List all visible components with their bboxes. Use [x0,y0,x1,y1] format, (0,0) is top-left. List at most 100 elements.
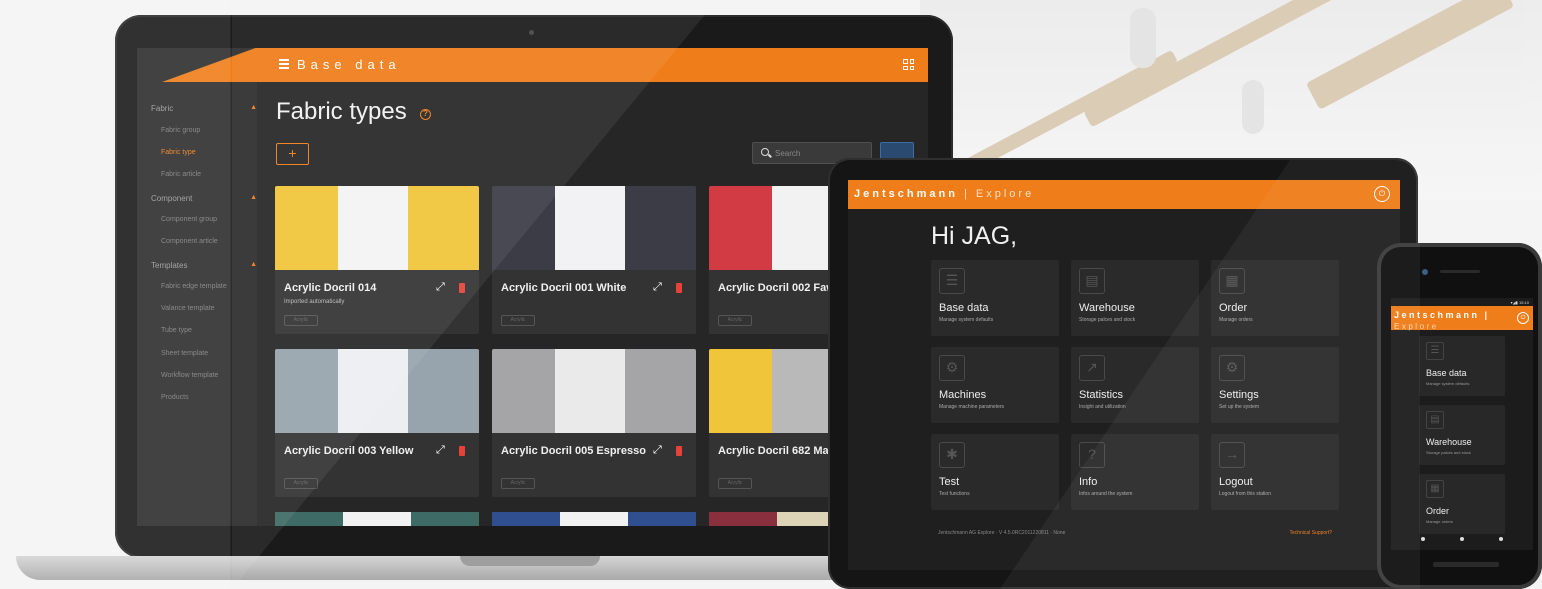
top-bar: Base data [257,48,928,82]
swatch-stripe [492,512,560,526]
phone-menu-tile-base-data[interactable]: ☰ Base data Manage system defaults [1419,336,1505,396]
material-badge: Acrylic [718,315,752,326]
phone-camera [1422,269,1428,275]
tile-subtitle: Storage palces and stock [1426,450,1471,455]
fabric-card-partial[interactable] [492,512,696,526]
caret-up-icon: ▲ [250,104,257,111]
menu-tile-warehouse[interactable]: ▤ Warehouse Storage palces and stock [1071,260,1199,336]
phone-top-bar: Jentschmann | Explore ⏻ [1391,306,1533,331]
bug-icon: ✱ [939,442,965,468]
fabric-swatch [275,186,479,270]
tile-subtitle: Infos around the system [1079,491,1133,497]
order-grid-icon: ▦ [1219,268,1245,294]
phone-brand-title: Jentschmann | [1394,310,1490,320]
material-badge: Acrylic [284,478,318,489]
nav-dot[interactable] [1499,537,1503,541]
card-title: Acrylic Docril 005 Espresso [501,445,646,457]
sidebar-section-component[interactable]: Component ▲ [151,194,257,203]
expand-icon[interactable]: ⤢ [436,445,447,456]
hamburger-menu-icon[interactable] [279,59,289,69]
expand-icon[interactable]: ⤢ [653,282,664,293]
swatch-stripe [411,512,479,526]
fabric-card[interactable]: Acrylic Docril 001 White Acrylic ⤢ [492,186,696,334]
sidebar-item-workflow-template[interactable]: Workflow template [161,372,218,379]
delete-icon[interactable] [676,283,682,293]
sidebar-item-component-article[interactable]: Component article [161,238,218,245]
delete-icon[interactable] [676,446,682,456]
sidebar-item-sheet-template[interactable]: Sheet template [161,350,208,357]
swatch-stripe [275,186,339,270]
tile-subtitle: Manage orders [1219,317,1253,323]
sidebar-item-products[interactable]: Products [161,394,189,401]
delete-icon[interactable] [459,283,465,293]
greeting: Hi JAG, [931,222,1018,250]
sidebar-item-fabric-group[interactable]: Fabric group [161,127,200,134]
menu-tile-machines[interactable]: ⚙ Machines Manage machine parameters [931,347,1059,423]
sidebar: Fabric ▲ Fabric group Fabric type Fabric … [137,48,257,526]
tile-subtitle: Logout from this station [1219,491,1271,497]
tile-subtitle: Manage system defaults [1426,381,1470,386]
tile-title: Machines [939,389,987,401]
power-icon[interactable]: ⏻ [1517,312,1529,324]
menu-tile-statistics[interactable]: ↗ Statistics Insight and utilization [1071,347,1199,423]
sidebar-item-fabric-edge-template[interactable]: Fabric edge template [161,283,227,290]
nav-dot[interactable] [1460,537,1464,541]
menu-tile-info[interactable]: ? Info Infos around the system [1071,434,1199,510]
tile-icon: ▤ [1426,411,1444,429]
fabric-card-partial[interactable] [275,512,479,526]
material-badge: Acrylic [501,478,535,489]
version-footer: Jentschmann AG Explore · V 4.5.0RC201122… [938,530,1066,536]
technical-support-link[interactable]: Technical Support? [1289,530,1332,536]
swatch-stripe [407,349,479,433]
tile-subtitle: Manage system defaults [939,317,994,323]
status-bar: ▾◢▮ 15:10 [1510,300,1529,305]
menu-tile-test[interactable]: ✱ Test Test functions [931,434,1059,510]
sidebar-item-component-group[interactable]: Component group [161,216,217,223]
worker-figure [1242,80,1264,134]
card-title: Acrylic Docril 003 Yellow [284,445,414,457]
expand-icon[interactable]: ⤢ [436,282,447,293]
sidebar-item-fabric-article[interactable]: Fabric article [161,171,201,178]
sidebar-section-fabric[interactable]: Fabric ▲ [151,104,257,113]
fabric-card[interactable]: Acrylic Docril 014 Imported automaticall… [275,186,479,334]
sidebar-item-fabric-type[interactable]: Fabric type [161,149,196,156]
power-icon[interactable]: ⏻ [1374,186,1390,202]
sidebar-section-templates[interactable]: Templates ▲ [151,261,257,270]
phone-bottom-grille [1433,562,1499,567]
swatch-stripe [709,349,773,433]
swatch-stripe [275,512,343,526]
phone-menu-tile-warehouse[interactable]: ▤ Warehouse Storage palces and stock [1419,405,1505,465]
fabric-card[interactable]: Acrylic Docril 003 Yellow Acrylic ⤢ [275,349,479,497]
document-icon: ☰ [939,268,965,294]
shelves-icon: ▤ [1079,268,1105,294]
app-grid-icon[interactable] [903,59,914,70]
sidebar-item-valance-template[interactable]: Valance template [161,305,215,312]
menu-tile-settings[interactable]: ⚙ Settings Set up the system [1211,347,1339,423]
swatch-stripe [343,512,411,526]
nav-dot[interactable] [1421,537,1425,541]
delete-icon[interactable] [459,446,465,456]
tile-title: Order [1219,302,1248,314]
tile-title: Base data [1426,368,1467,378]
swatch-stripe [624,349,696,433]
phone-menu-tile-order[interactable]: ▦ Order Manage orders [1419,474,1505,534]
expand-icon[interactable]: ⤢ [653,445,664,456]
sidebar-item-tube-type[interactable]: Tube type [161,327,192,334]
menu-tile-base-data[interactable]: ☰ Base data Manage system defaults [931,260,1059,336]
tile-title: Info [1079,476,1098,488]
menu-tile-logout[interactable]: → Logout Logout from this station [1211,434,1339,510]
help-icon[interactable]: ? [420,109,431,120]
sidebar-logo-corner [137,48,257,82]
card-subtitle: Imported automatically [284,299,345,305]
swatch-stripe [407,186,479,270]
tile-icon: ☰ [1426,342,1444,360]
tile-subtitle: Storage palces and stock [1079,317,1136,323]
fabric-swatch [492,186,696,270]
add-button[interactable]: + [276,143,309,165]
caret-up-icon: ▲ [250,261,257,268]
swatch-stripe [555,186,625,270]
fabric-card[interactable]: Acrylic Docril 005 Espresso Acrylic ⤢ [492,349,696,497]
swatch-stripe [560,512,628,526]
tile-subtitle: Manage orders [1426,519,1453,524]
menu-tile-order[interactable]: ▦ Order Manage orders [1211,260,1339,336]
